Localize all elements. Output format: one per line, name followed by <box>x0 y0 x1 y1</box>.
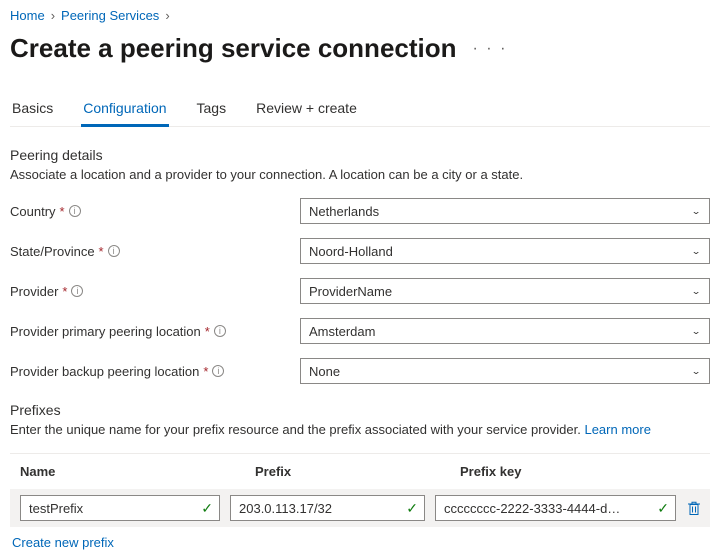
required-indicator: * <box>62 284 67 299</box>
header-name: Name <box>20 464 255 479</box>
info-icon[interactable]: i <box>69 205 81 217</box>
peering-details-form: Country * i Netherlands ⌄ State/Province… <box>10 198 710 384</box>
provider-label: Provider * i <box>10 284 300 299</box>
prefix-key-value: cccccccc-2222-3333-4444-d… <box>444 501 620 516</box>
info-icon[interactable]: i <box>212 365 224 377</box>
create-new-prefix-link[interactable]: Create new prefix <box>12 535 114 550</box>
country-label-text: Country <box>10 204 56 219</box>
chevron-down-icon: ⌄ <box>691 366 701 376</box>
wizard-tabs: Basics Configuration Tags Review + creat… <box>10 100 710 127</box>
prefixes-heading: Prefixes <box>10 402 710 418</box>
tab-review-create[interactable]: Review + create <box>254 100 359 127</box>
primary-location-select-value: Amsterdam <box>309 324 375 339</box>
trash-icon <box>686 500 702 516</box>
breadcrumb-home-link[interactable]: Home <box>10 8 45 23</box>
prefixes-grid-header: Name Prefix Prefix key <box>10 454 710 489</box>
provider-label-text: Provider <box>10 284 58 299</box>
backup-location-select[interactable]: None ⌄ <box>300 358 710 384</box>
prefix-value-input[interactable]: 203.0.113.17/32 ✓ <box>230 495 425 521</box>
more-actions-button[interactable]: · · · <box>467 40 514 58</box>
chevron-right-icon: › <box>51 8 55 23</box>
tab-tags[interactable]: Tags <box>195 100 229 127</box>
prefix-value: 203.0.113.17/32 <box>239 501 332 516</box>
country-select[interactable]: Netherlands ⌄ <box>300 198 710 224</box>
breadcrumb-peering-services-link[interactable]: Peering Services <box>61 8 159 23</box>
chevron-down-icon: ⌄ <box>691 206 701 216</box>
breadcrumb: Home › Peering Services › <box>10 8 710 23</box>
check-icon: ✓ <box>406 500 418 517</box>
required-indicator: * <box>99 244 104 259</box>
chevron-right-icon: › <box>165 8 169 23</box>
tab-basics[interactable]: Basics <box>10 100 55 127</box>
country-label: Country * i <box>10 204 300 219</box>
prefixes-description: Enter the unique name for your prefix re… <box>10 422 710 437</box>
required-indicator: * <box>60 204 65 219</box>
chevron-down-icon: ⌄ <box>691 286 701 296</box>
prefix-name-input[interactable]: testPrefix ✓ <box>20 495 220 521</box>
info-icon[interactable]: i <box>214 325 226 337</box>
state-select-value: Noord-Holland <box>309 244 393 259</box>
chevron-down-icon: ⌄ <box>691 246 701 256</box>
page-title: Create a peering service connection <box>10 33 457 64</box>
state-label-text: State/Province <box>10 244 95 259</box>
backup-location-select-value: None <box>309 364 340 379</box>
state-label: State/Province * i <box>10 244 300 259</box>
primary-location-label-text: Provider primary peering location <box>10 324 201 339</box>
backup-location-label: Provider backup peering location * i <box>10 364 300 379</box>
prefixes-description-text: Enter the unique name for your prefix re… <box>10 422 584 437</box>
check-icon: ✓ <box>657 500 669 517</box>
required-indicator: * <box>203 364 208 379</box>
peering-details-heading: Peering details <box>10 147 710 163</box>
backup-location-label-text: Provider backup peering location <box>10 364 199 379</box>
header-prefix-key: Prefix key <box>460 464 700 479</box>
provider-select[interactable]: ProviderName ⌄ <box>300 278 710 304</box>
header-prefix: Prefix <box>255 464 460 479</box>
check-icon: ✓ <box>201 500 213 517</box>
info-icon[interactable]: i <box>108 245 120 257</box>
chevron-down-icon: ⌄ <box>691 326 701 336</box>
state-select[interactable]: Noord-Holland ⌄ <box>300 238 710 264</box>
delete-row-button[interactable] <box>686 500 702 516</box>
primary-location-select[interactable]: Amsterdam ⌄ <box>300 318 710 344</box>
info-icon[interactable]: i <box>71 285 83 297</box>
prefix-key-input[interactable]: cccccccc-2222-3333-4444-d… ✓ <box>435 495 676 521</box>
provider-select-value: ProviderName <box>309 284 392 299</box>
learn-more-link[interactable]: Learn more <box>584 422 650 437</box>
tab-configuration[interactable]: Configuration <box>81 100 168 127</box>
country-select-value: Netherlands <box>309 204 379 219</box>
peering-details-description: Associate a location and a provider to y… <box>10 167 710 182</box>
primary-location-label: Provider primary peering location * i <box>10 324 300 339</box>
prefixes-grid: Name Prefix Prefix key testPrefix ✓ 203.… <box>10 453 710 527</box>
prefix-row: testPrefix ✓ 203.0.113.17/32 ✓ cccccccc-… <box>10 489 710 527</box>
prefix-name-value: testPrefix <box>29 501 83 516</box>
required-indicator: * <box>205 324 210 339</box>
